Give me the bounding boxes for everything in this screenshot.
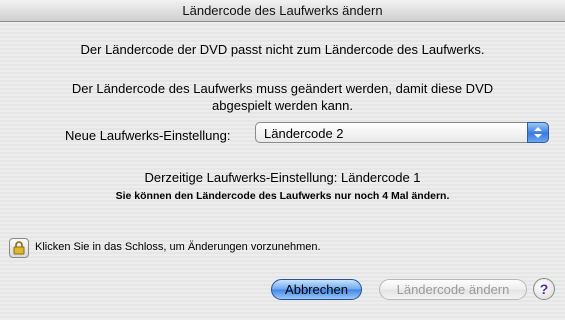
current-setting: Derzeitige Laufwerks-Einstellung: Länder… bbox=[144, 170, 421, 185]
message-instruction-line1: Der Ländercode des Laufwerks muss geände… bbox=[71, 81, 494, 96]
lock-hint: Klicken Sie in das Schloss, um Änderunge… bbox=[35, 241, 321, 253]
region-code-popup[interactable]: Ländercode 2 bbox=[255, 122, 549, 143]
message-mismatch: Der Ländercode der DVD passt nicht zum L… bbox=[80, 42, 485, 57]
popup-arrows-icon bbox=[527, 122, 549, 143]
lock-icon bbox=[13, 241, 25, 255]
message-instruction: Der Ländercode des Laufwerks muss geände… bbox=[60, 80, 505, 114]
help-button[interactable]: ? bbox=[533, 278, 555, 300]
window-title: Ländercode des Laufwerks ändern bbox=[0, 0, 565, 22]
dialog-content: Der Ländercode der DVD passt nicht zum L… bbox=[0, 22, 565, 320]
message-instruction-line2: abgespielt werden kann. bbox=[212, 98, 353, 113]
setting-label: Neue Laufwerks-Einstellung: bbox=[65, 128, 231, 143]
region-code-value: Ländercode 2 bbox=[264, 126, 344, 141]
remaining-changes: Sie können den Ländercode des Laufwerks … bbox=[115, 190, 450, 202]
lock-button[interactable] bbox=[9, 238, 29, 258]
change-region-button[interactable]: Ländercode ändern bbox=[379, 279, 527, 300]
cancel-button[interactable]: Abbrechen bbox=[271, 279, 362, 300]
